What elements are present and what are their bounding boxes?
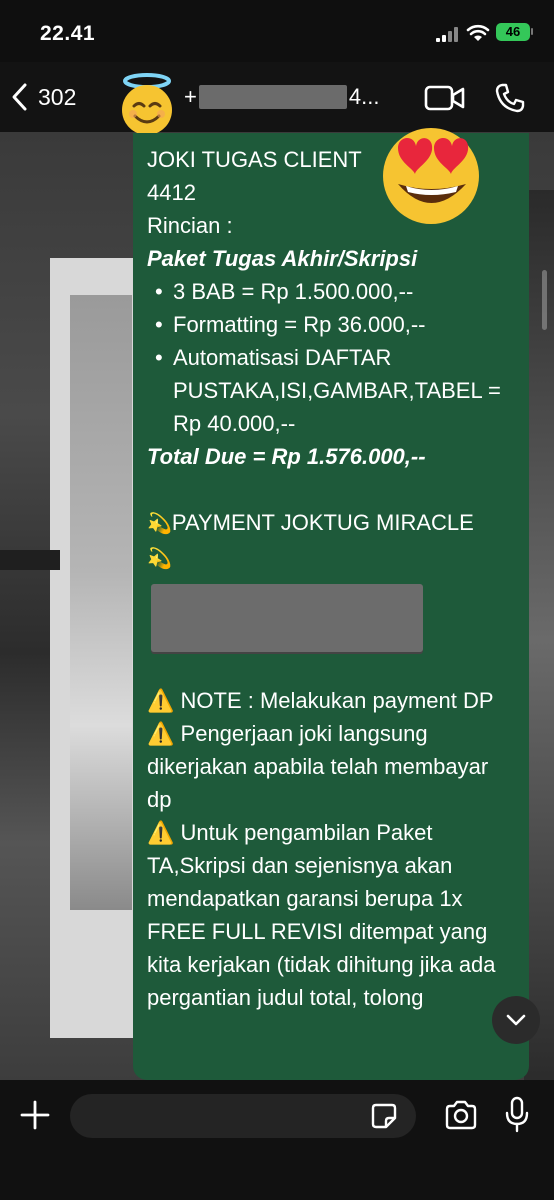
note-text: NOTE : Melakukan payment DP	[180, 688, 494, 713]
cellular-signal-icon	[436, 26, 460, 42]
plus-icon[interactable]	[18, 1098, 52, 1132]
note-text: Untuk pengambilan Paket TA,Skripsi dan s…	[147, 820, 502, 1010]
video-call-icon[interactable]	[424, 84, 466, 112]
price-item: Automatisasi DAFTAR PUSTAKA,ISI,GAMBAR,T…	[147, 341, 515, 440]
price-list: 3 BAB = Rp 1.500.000,-- Formatting = Rp …	[147, 275, 515, 440]
payment-heading: 💫PAYMENT JOKTUG MIRACLE	[147, 506, 515, 541]
battery-level: 46	[505, 24, 521, 39]
status-time: 22.41	[40, 22, 96, 45]
total-due: Total Due = Rp 1.576.000,--	[147, 444, 426, 469]
contact-name-suffix: 4...	[348, 84, 380, 109]
smiling-face-with-heart-eyes-icon	[383, 128, 479, 224]
package-name: Paket Tugas Akhir/Skripsi	[147, 246, 418, 271]
smiling-face-with-halo-icon[interactable]	[114, 72, 180, 138]
warning-icon: ⚠️	[147, 820, 175, 845]
scroll-indicator[interactable]	[542, 270, 547, 330]
redacted-number	[198, 85, 347, 109]
message-bubble[interactable]: JOKI TUGAS CLIENT 4412 Rincian : Paket T…	[133, 133, 529, 1080]
scroll-to-bottom-button[interactable]	[492, 996, 540, 1044]
microphone-icon[interactable]	[504, 1096, 530, 1134]
unread-count: 302	[38, 83, 77, 110]
warning-icon: ⚠️	[147, 688, 175, 713]
note-line: ⚠️ NOTE : Melakukan payment DP	[147, 684, 515, 717]
camera-icon[interactable]	[444, 1100, 478, 1130]
dizzy-icon: 💫	[147, 513, 172, 535]
redaction-block	[151, 584, 423, 652]
wifi-icon	[466, 24, 490, 41]
dizzy-icon: 💫	[147, 548, 172, 570]
battery-tip	[531, 28, 533, 35]
phone-call-icon[interactable]	[494, 82, 526, 114]
wallpaper-shelf	[0, 550, 60, 570]
sticker-icon[interactable]	[370, 1102, 398, 1130]
back-button[interactable]: 302	[10, 78, 100, 116]
contact-name-prefix: +	[184, 84, 197, 109]
battery-indicator: 46	[496, 23, 530, 41]
chevron-down-icon	[506, 1014, 526, 1026]
note-text: Pengerjaan joki langsung dikerjakan apab…	[147, 721, 495, 812]
note-line: ⚠️ Pengerjaan joki langsung dikerjakan a…	[147, 717, 515, 816]
message-composer	[0, 1080, 554, 1200]
redacted-account	[147, 584, 515, 684]
note-line: ⚠️ Untuk pengambilan Paket TA,Skripsi da…	[147, 816, 515, 1014]
warning-icon: ⚠️	[147, 721, 175, 746]
price-item: Formatting = Rp 36.000,--	[147, 308, 515, 341]
price-item: 3 BAB = Rp 1.500.000,--	[147, 275, 515, 308]
payment-heading-text: PAYMENT JOKTUG MIRACLE	[171, 510, 474, 535]
status-bar: 22.41 46	[0, 0, 554, 62]
contact-name[interactable]: + 4...	[184, 84, 379, 110]
chevron-left-icon	[12, 83, 27, 111]
wallpaper-photo	[70, 295, 132, 910]
payment-heading-trail: 💫	[147, 541, 515, 576]
message-input[interactable]	[70, 1094, 416, 1138]
